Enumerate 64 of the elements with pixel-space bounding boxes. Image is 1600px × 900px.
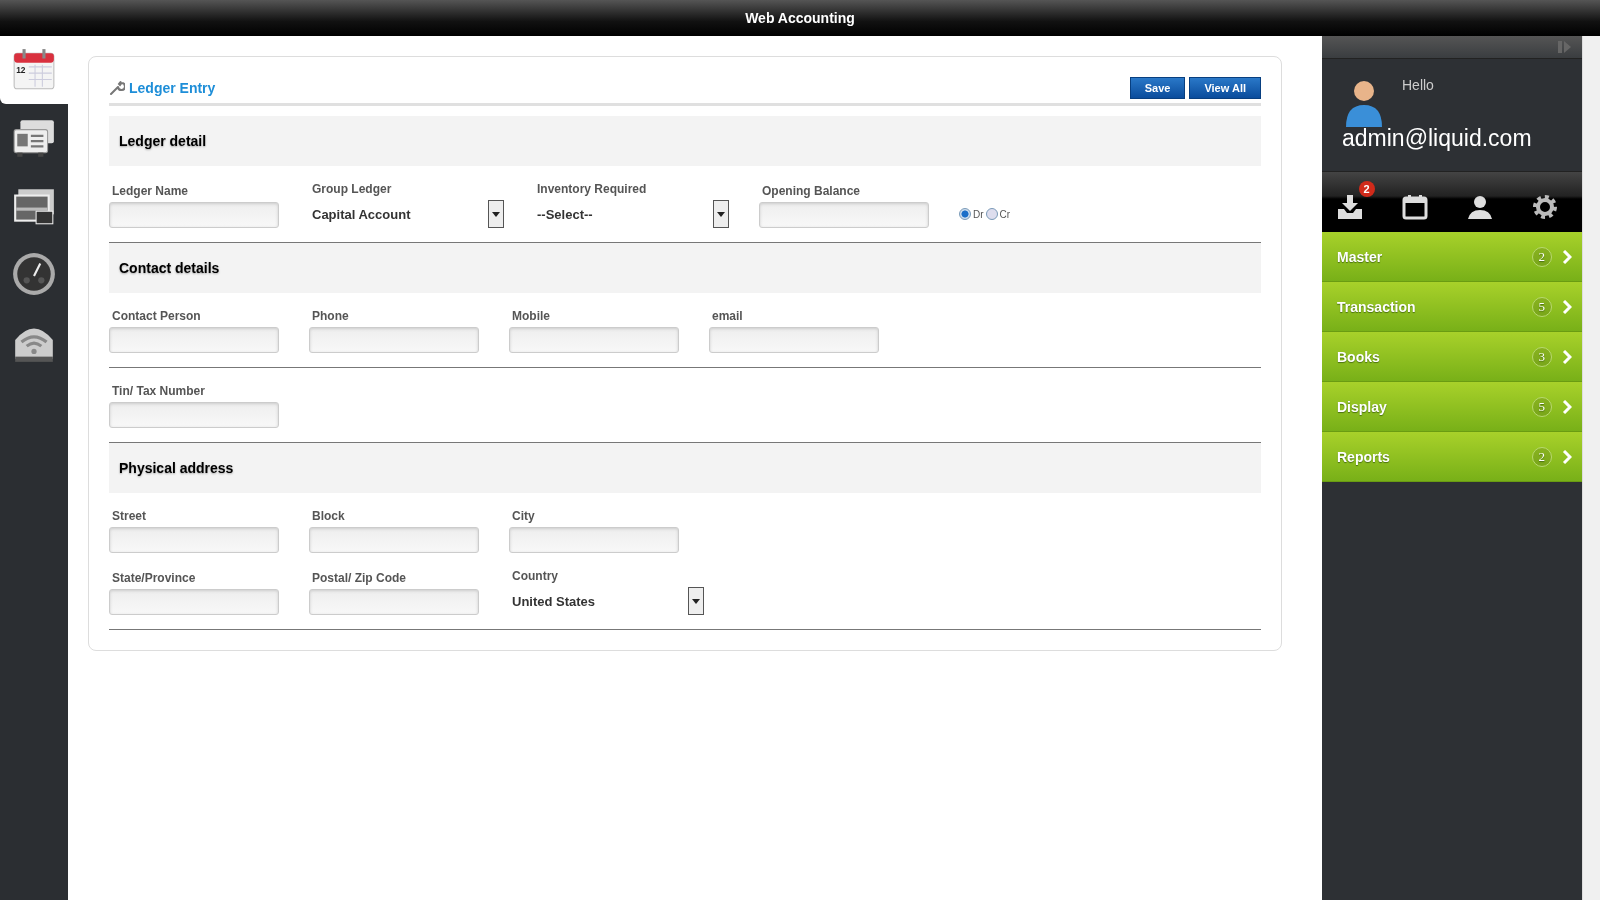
radio-button[interactable]	[959, 208, 971, 220]
scrollbar[interactable]	[1582, 36, 1600, 900]
field-label: Ledger Name	[111, 184, 190, 198]
calendar-icon	[1400, 193, 1429, 221]
field-label: Country	[511, 569, 559, 583]
download-tray-icon	[1335, 193, 1364, 221]
field-label: Mobile	[511, 309, 551, 323]
field-label: Street	[111, 509, 147, 523]
dropdown[interactable]: Capital Account	[309, 200, 504, 228]
input-field[interactable]	[759, 202, 929, 228]
form-title: Ledger Entry	[129, 80, 216, 96]
chevron-right-icon	[1562, 399, 1572, 414]
wrench-icon	[109, 80, 125, 96]
input-field[interactable]	[109, 527, 279, 553]
count-badge: 3	[1531, 346, 1552, 367]
input-field[interactable]	[509, 327, 679, 353]
field-label: Block	[311, 509, 346, 523]
chevron-right-icon	[1562, 249, 1572, 264]
collapse-icon[interactable]	[1558, 41, 1572, 53]
toolbar-button[interactable]: 2	[1334, 181, 1375, 223]
input-field[interactable]	[109, 327, 279, 353]
person-icon	[1465, 193, 1494, 221]
field-label: Group Ledger	[311, 182, 393, 196]
dropdown[interactable]: --Select--	[534, 200, 729, 228]
field-label: State/Province	[111, 571, 197, 585]
chevron-right-icon	[1562, 449, 1572, 464]
field-label: Tin/ Tax Number	[111, 384, 206, 398]
field-label: email	[711, 309, 744, 323]
field-label: Postal/ Zip Code	[311, 571, 407, 585]
field-label: Contact Person	[111, 309, 202, 323]
radio-option[interactable]: Cr	[985, 208, 1011, 220]
input-field[interactable]	[709, 327, 879, 353]
input-field[interactable]	[109, 589, 279, 615]
action-button[interactable]: View All	[1189, 77, 1261, 99]
dropdown[interactable]: United States	[509, 587, 704, 615]
section-title: Contact details	[119, 260, 220, 276]
input-field[interactable]	[509, 527, 679, 553]
nav-item[interactable]: 12	[0, 36, 68, 104]
user-email: admin@liquid.com	[1342, 125, 1532, 152]
input-field[interactable]	[309, 327, 479, 353]
count-badge: 2	[1531, 246, 1552, 267]
chevron-right-icon	[1562, 349, 1572, 364]
field-label: City	[511, 509, 536, 523]
field-label: Phone	[311, 309, 350, 323]
settings-icon	[1530, 193, 1559, 221]
count-badge: 2	[1531, 446, 1552, 467]
window-title: Web Accounting	[745, 10, 855, 26]
field-label: Inventory Required	[536, 182, 648, 196]
chevron-right-icon	[1562, 299, 1572, 314]
input-field[interactable]	[109, 202, 279, 228]
count-badge: 5	[1531, 396, 1552, 417]
radio-option[interactable]: Dr	[959, 208, 984, 220]
action-button[interactable]: Save	[1129, 77, 1186, 99]
input-field[interactable]	[109, 402, 279, 428]
section-title: Physical address	[119, 460, 234, 476]
radio-button[interactable]	[985, 208, 998, 220]
field-label: Opening Balance	[761, 184, 862, 198]
notification-badge: 2	[1358, 181, 1375, 197]
input-field[interactable]	[309, 527, 479, 553]
gauge-icon	[11, 251, 57, 297]
section-title: Ledger detail	[119, 133, 207, 149]
greeting: Hello	[1402, 77, 1434, 93]
count-badge: 5	[1531, 296, 1552, 317]
input-field[interactable]	[309, 589, 479, 615]
